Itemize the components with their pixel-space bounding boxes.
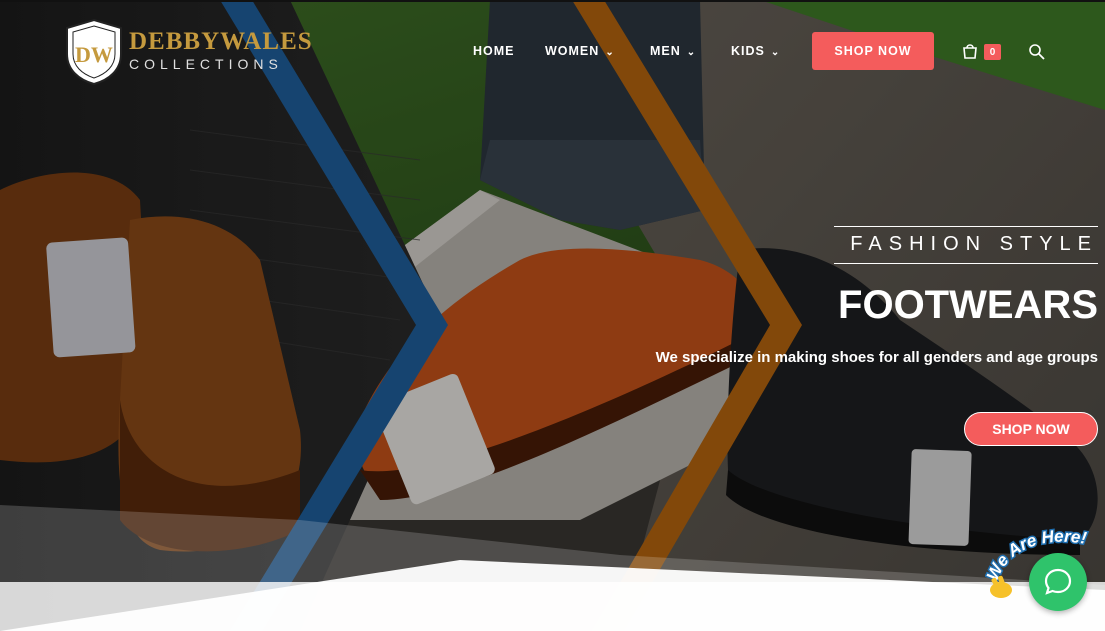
chevron-down-icon: ⌄	[770, 47, 781, 58]
hero-banner: DW DEBBYWALES COLLECTIONS HOME WOMEN ⌄ ME…	[0, 0, 1105, 631]
hero-description: We specialize in making shoes for all ge…	[655, 349, 1098, 366]
divider	[834, 226, 1098, 227]
brand-name-line1: DEBBYWALES	[129, 28, 313, 55]
shopping-bag-icon	[963, 44, 977, 59]
badge-initials: DW	[75, 42, 113, 67]
brand-name-line2: COLLECTIONS	[129, 56, 283, 72]
site-header: DW DEBBYWALES COLLECTIONS HOME WOMEN ⌄ ME…	[0, 0, 1105, 100]
nav-item-kids[interactable]: KIDS ⌄	[731, 44, 780, 58]
nav-item-home[interactable]: HOME	[473, 44, 515, 58]
divider	[834, 263, 1098, 264]
brand-logo[interactable]: DW DEBBYWALES COLLECTIONS	[63, 18, 313, 88]
hero-tagline-block: FASHION STYLE	[834, 226, 1098, 266]
cart-button[interactable]: 0	[962, 42, 1002, 62]
header-shop-now-button[interactable]: SHOP NOW	[812, 32, 934, 70]
chevron-down-icon: ⌄	[605, 47, 615, 58]
hero-shop-now-button[interactable]: SHOP NOW	[964, 412, 1098, 446]
brand-badge-icon: DW	[66, 18, 122, 86]
cart-count-badge: 0	[984, 44, 1001, 60]
search-icon[interactable]	[1028, 43, 1046, 61]
hero-tagline: FASHION STYLE	[850, 233, 1098, 255]
nav-item-women[interactable]: WOMEN ⌄	[545, 44, 615, 58]
nav-item-label: KIDS	[731, 44, 765, 58]
hero-title: FOOTWEARS	[838, 283, 1098, 327]
nav-item-label: HOME	[473, 44, 515, 58]
nav-item-label: WOMEN	[545, 44, 600, 58]
waving-hand-icon	[990, 575, 1012, 598]
chat-widget-button[interactable]	[1029, 553, 1087, 611]
chat-bubble-icon	[1044, 568, 1072, 595]
nav-item-label: MEN	[650, 44, 681, 58]
chevron-down-icon: ⌄	[686, 47, 697, 58]
nav-item-men[interactable]: MEN ⌄	[650, 44, 696, 58]
